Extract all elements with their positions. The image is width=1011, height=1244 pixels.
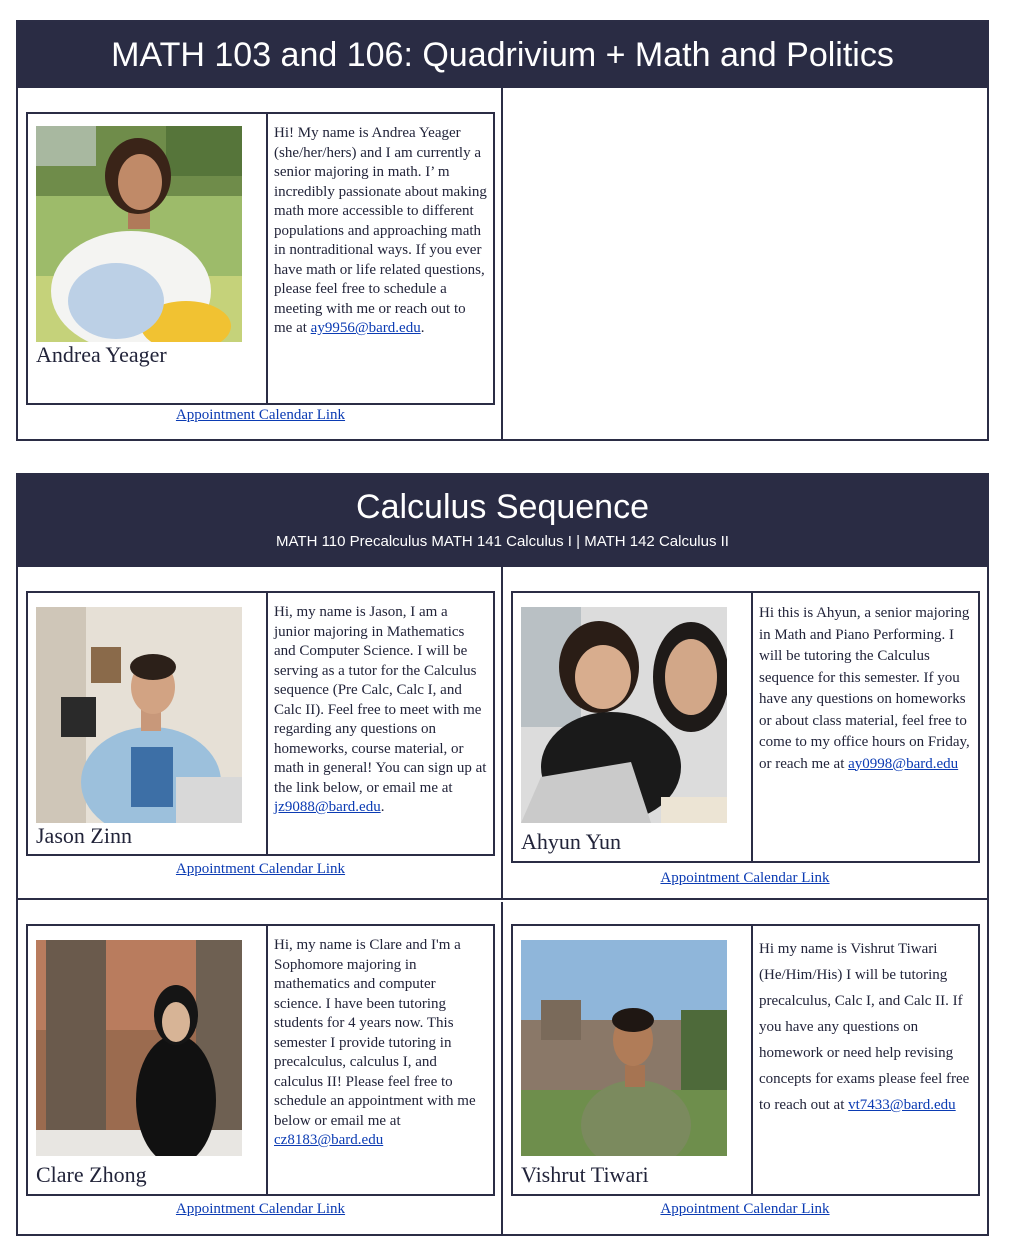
section-header: MATH 103 and 106: Quadrivium + Math and … — [18, 22, 987, 88]
tutor-email-link[interactable]: ay9956@bard.edu — [311, 320, 421, 336]
tutor-row: Andrea Yeager Hi! My name is Andrea Yeag… — [18, 88, 987, 439]
tutor-email-link[interactable]: ay0998@bard.edu — [848, 756, 958, 772]
tutor-bio: Hi, my name is Clare and I'm a Sophomore… — [274, 936, 487, 1151]
tutor-bio-text: Hi this is Ahyun, a senior majoring in M… — [759, 605, 970, 772]
appointment-calendar-link[interactable]: Appointment Calendar Link — [176, 1201, 345, 1217]
appointment-calendar-link[interactable]: Appointment Calendar Link — [660, 870, 829, 886]
tutor-cell-ahyun-yun: Ahyun Yun Hi this is Ahyun, a senior maj… — [503, 567, 987, 898]
tutor-name: Andrea Yeager — [36, 342, 167, 367]
tutor-photo-vishrut-tiwari — [521, 940, 727, 1156]
section-title: MATH 103 and 106: Quadrivium + Math and … — [111, 36, 894, 74]
tutor-bio: Hi this is Ahyun, a senior majoring in M… — [759, 603, 972, 775]
tutor-bio-text: Hi, my name is Clare and I'm a Sophomore… — [274, 937, 476, 1129]
tutor-name: Vishrut Tiwari — [521, 1162, 649, 1187]
calendar-link-wrap: Appointment Calendar Link — [18, 1201, 503, 1218]
tutor-name: Ahyun Yun — [521, 829, 622, 854]
calendar-link-wrap: Appointment Calendar Link — [18, 861, 503, 878]
photo-column: Vishrut Tiwari — [513, 926, 753, 1194]
tutor-email-link[interactable]: cz8183@bard.edu — [274, 1132, 383, 1148]
tutor-photo-jason-zinn — [36, 607, 242, 823]
section-subtitle: MATH 110 Precalculus MATH 141 Calculus I… — [276, 533, 729, 550]
appointment-calendar-link[interactable]: Appointment Calendar Link — [660, 1201, 829, 1217]
section-math-103-106: MATH 103 and 106: Quadrivium + Math and … — [16, 20, 989, 441]
tutor-email-link[interactable]: vt7433@bard.edu — [848, 1097, 956, 1113]
section-header: Calculus Sequence MATH 110 Precalculus M… — [18, 475, 987, 567]
photo-column: Ahyun Yun — [513, 593, 753, 861]
section-calculus-sequence: Calculus Sequence MATH 110 Precalculus M… — [16, 473, 989, 1236]
tutor-card: Jason Zinn Hi, my name is Jason, I am a … — [26, 591, 495, 856]
tutor-row: Jason Zinn Hi, my name is Jason, I am a … — [18, 567, 987, 900]
appointment-calendar-link[interactable]: Appointment Calendar Link — [176, 861, 345, 877]
tutor-bio-text: Hi my name is Vishrut Tiwari (He/Him/His… — [759, 941, 970, 1113]
tutor-cell-vishrut-tiwari: Vishrut Tiwari Hi my name is Vishrut Tiw… — [503, 902, 987, 1234]
section-title: Calculus Sequence — [356, 488, 649, 526]
tutor-card: Ahyun Yun Hi this is Ahyun, a senior maj… — [511, 591, 980, 863]
photo-column: Clare Zhong — [28, 926, 268, 1194]
tutor-photo-ahyun-yun — [521, 607, 727, 823]
calendar-link-wrap: Appointment Calendar Link — [503, 1201, 987, 1218]
tutor-name: Clare Zhong — [36, 1162, 147, 1187]
calendar-link-wrap: Appointment Calendar Link — [503, 870, 987, 887]
tutor-card: Clare Zhong Hi, my name is Clare and I'm… — [26, 924, 495, 1196]
tutor-bio-tail: . — [380, 799, 385, 815]
tutor-cell-clare-zhong: Clare Zhong Hi, my name is Clare and I'm… — [18, 902, 503, 1234]
tutor-bio-text: Hi! My name is Andrea Yeager (she/her/he… — [274, 125, 487, 336]
tutor-bio: Hi my name is Vishrut Tiwari (He/Him/His… — [759, 936, 972, 1118]
tutor-email-link[interactable]: jz9088@bard.edu — [274, 799, 381, 815]
photo-column: Andrea Yeager — [28, 114, 268, 403]
photo-column: Jason Zinn — [28, 593, 268, 854]
tutor-bio: Hi! My name is Andrea Yeager (she/her/he… — [274, 124, 487, 339]
tutor-cell-andrea-yeager: Andrea Yeager Hi! My name is Andrea Yeag… — [18, 88, 503, 439]
appointment-calendar-link[interactable]: Appointment Calendar Link — [176, 407, 345, 423]
empty-cell — [503, 88, 987, 439]
tutor-bio-tail: . — [420, 320, 425, 336]
tutor-cell-jason-zinn: Jason Zinn Hi, my name is Jason, I am a … — [18, 567, 503, 898]
tutor-photo-clare-zhong — [36, 940, 242, 1156]
tutor-name: Jason Zinn — [36, 823, 132, 848]
tutor-bio-text: Hi, my name is Jason, I am a junior majo… — [274, 604, 487, 796]
tutor-card: Andrea Yeager Hi! My name is Andrea Yeag… — [26, 112, 495, 405]
calendar-link-wrap: Appointment Calendar Link — [18, 407, 503, 424]
tutor-card: Vishrut Tiwari Hi my name is Vishrut Tiw… — [511, 924, 980, 1196]
tutor-row: Clare Zhong Hi, my name is Clare and I'm… — [18, 902, 987, 1234]
tutor-photo-andrea-yeager — [36, 126, 242, 342]
tutor-bio: Hi, my name is Jason, I am a junior majo… — [274, 603, 487, 818]
